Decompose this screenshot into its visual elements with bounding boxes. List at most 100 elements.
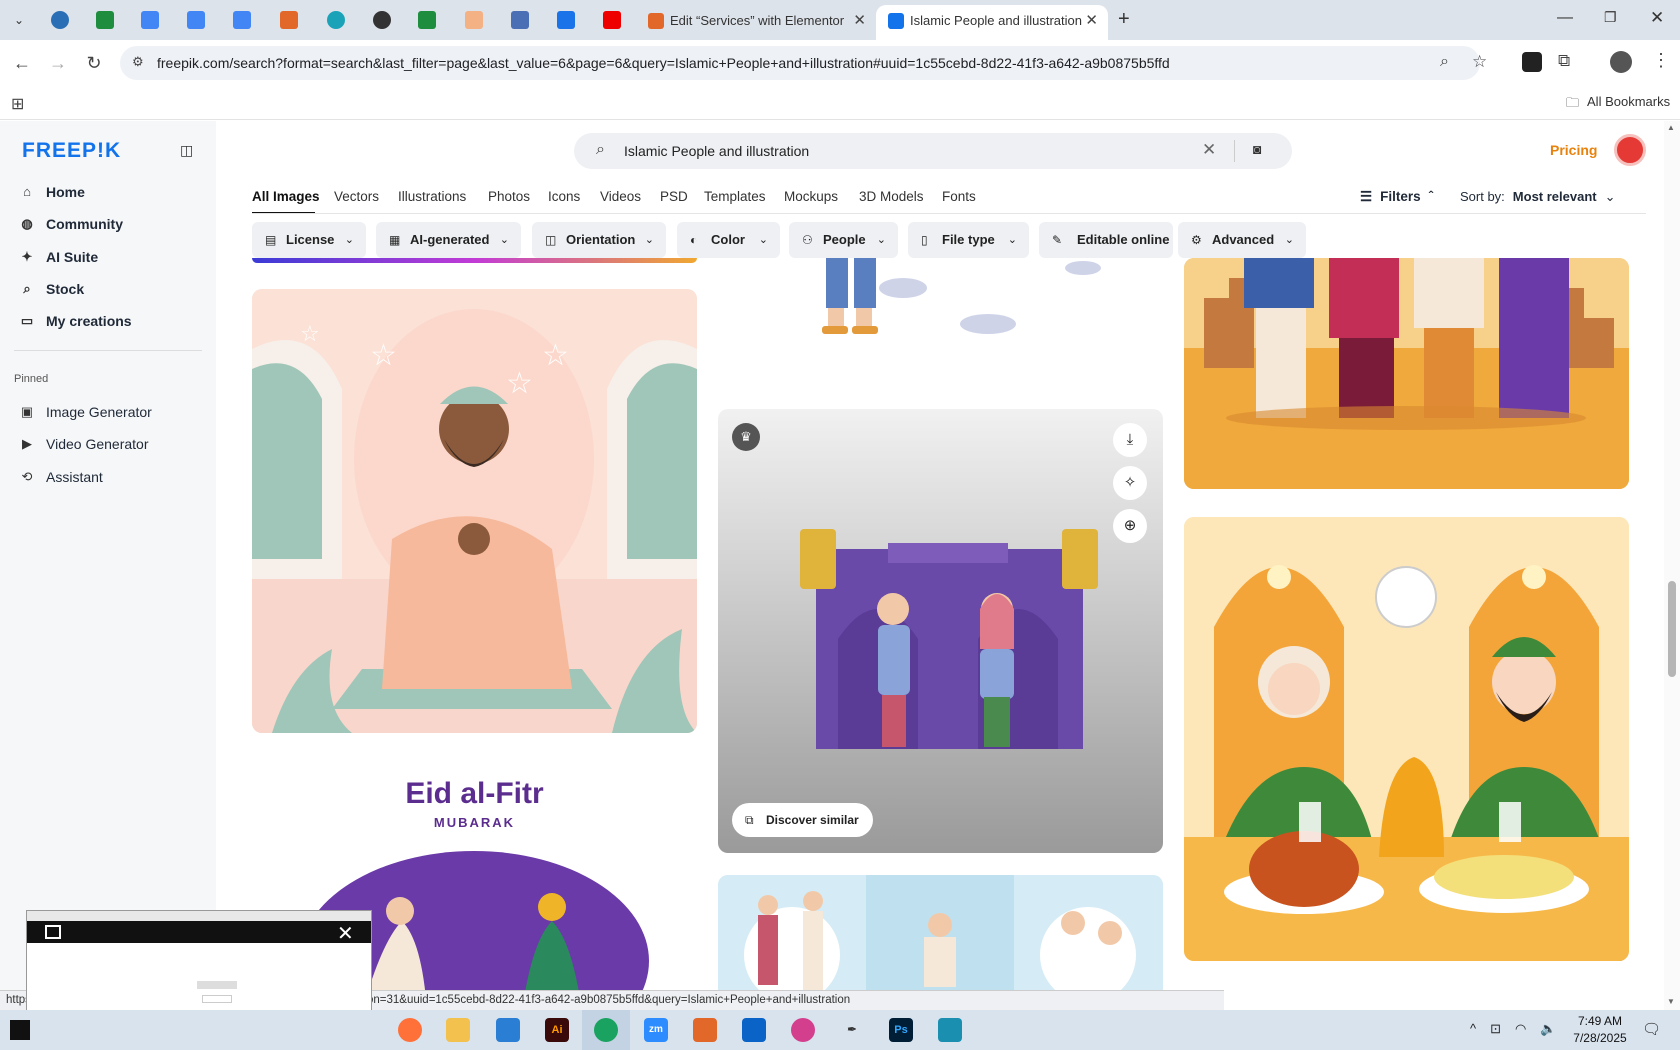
screenshot-icon[interactable] [45,925,61,939]
omnibox[interactable]: ⚙ freepik.com/search?format=search&last_… [120,46,1487,80]
tab-all-images[interactable]: All Images [252,189,320,204]
tab-fonts[interactable]: Fonts [942,189,976,204]
sort-dropdown[interactable]: Sort by: Most relevant ⌄ [1460,189,1616,205]
tab-videos[interactable]: Videos [600,189,641,204]
filter-advanced[interactable]: ⚙ Advanced ⌄ [1178,222,1306,258]
vscode-icon[interactable] [496,1018,520,1042]
back-button[interactable]: ← [11,53,33,74]
image-card-mosque-kids[interactable]: ♛ ⤓ ✧ ⊕ ⧉ Discover similar [718,409,1163,853]
tab-vectors[interactable]: Vectors [334,189,379,204]
wifi-icon[interactable]: ◠ [1515,1021,1526,1037]
sheets-tab-icon[interactable] [418,11,436,29]
page-scrollbar[interactable]: ▲ ▼ [1664,121,1680,1010]
tab-psd[interactable]: PSD [660,189,688,204]
all-bookmarks-button[interactable]: 🗀 All Bookmarks [1566,94,1670,116]
save-to-collection-button[interactable]: ⊕ [1113,509,1147,543]
firefox-icon[interactable] [398,1018,422,1042]
close-icon[interactable]: ✕ [853,5,866,36]
illustrator-icon[interactable]: Ai [545,1018,569,1042]
volume-icon[interactable]: 🔈 [1540,1021,1556,1037]
app-tab-icon[interactable] [465,11,483,29]
tab-icons[interactable]: Icons [548,189,580,204]
zoom-icon[interactable]: zm [644,1018,668,1042]
filters-toggle[interactable]: ☰ Filters ˆ [1360,189,1433,205]
filter-ai-generated[interactable]: ▦ AI-generated ⌄ [376,222,521,258]
search-input[interactable]: Islamic People and illustration [624,143,809,159]
sidebar-item-ai-suite[interactable]: ✦ AI Suite [20,249,99,265]
ai-edit-button[interactable]: ✧ [1113,466,1147,500]
search-bar[interactable]: ⌕ Islamic People and illustration ✕ ◙ [574,133,1292,169]
profile-avatar[interactable] [1610,51,1632,73]
scroll-down-icon[interactable]: ▼ [1667,997,1675,1006]
zoom-icon[interactable]: ⌕ [1440,53,1449,71]
forward-button[interactable]: → [47,53,69,74]
close-window-button[interactable]: ✕ [1650,8,1664,28]
system-tray[interactable]: ^ ⊡ ◠ 🔈 [1470,1021,1557,1037]
chrome-icon[interactable] [594,1018,618,1042]
docs-tab-icon[interactable] [233,11,251,29]
chatgpt-tab-icon[interactable] [373,11,391,29]
url-text[interactable]: freepik.com/search?format=search&last_fi… [157,55,1170,71]
forms-tab-icon[interactable] [557,11,575,29]
bookmark-star-icon[interactable]: ☆ [1472,52,1487,72]
network-icon[interactable]: ⊡ [1490,1021,1501,1037]
sidebar-collapse-icon[interactable]: ◫ [180,142,193,159]
camera-search-icon[interactable]: ◙ [1253,141,1261,157]
extensions-puzzle-icon[interactable]: ⧉ [1558,51,1570,71]
close-icon[interactable]: ✕ [337,921,354,946]
apps-grid-icon[interactable]: ⊞ [11,94,24,114]
filter-license[interactable]: ▤ License ⌄ [252,222,366,258]
filter-editable-online[interactable]: ✎ Editable online [1039,222,1173,258]
sidebar-item-stock[interactable]: ⌕ Stock [20,281,84,297]
filter-people[interactable]: ⚇ People ⌄ [789,222,898,258]
tab-illustrations[interactable]: Illustrations [398,189,466,204]
filter-file-type[interactable]: ▯ File type ⌄ [908,222,1029,258]
pricing-link[interactable]: Pricing [1550,142,1597,158]
app-tab-icon[interactable] [511,11,529,29]
scrollbar-thumb[interactable] [1668,581,1676,677]
tab-3d-models[interactable]: 3D Models [859,189,924,204]
minimize-button[interactable]: — [1557,9,1573,27]
extension-icon[interactable] [1522,52,1542,72]
sidebar-item-home[interactable]: ⌂ Home [20,184,85,200]
app-tab-icon[interactable] [327,11,345,29]
youtube-tab-icon[interactable] [603,11,621,29]
file-explorer-icon[interactable] [446,1018,470,1042]
sidebar-item-community[interactable]: ◍ Community [20,216,123,232]
sidebar-item-image-generator[interactable]: ▣ Image Generator [20,404,152,420]
menu-icon[interactable]: ⋮ [1652,50,1670,71]
image-card-praying-man[interactable]: ☆ ☆ ☆ ☆ [252,289,697,733]
tab-photos[interactable]: Photos [488,189,530,204]
tab-freepik[interactable]: Islamic People and illustration ✕ [876,5,1108,40]
download-button[interactable]: ⤓ [1113,423,1147,457]
restore-button[interactable]: ❐ [1604,9,1617,26]
sheets-tab-icon[interactable] [96,11,114,29]
tab-elementor[interactable]: Edit “Services” with Elementor ✕ [636,5,876,40]
close-icon[interactable]: ✕ [1085,5,1098,36]
scroll-up-icon[interactable]: ▲ [1667,123,1675,132]
filter-orientation[interactable]: ◫ Orientation ⌄ [532,222,666,258]
photoshop-icon[interactable]: Ps [889,1018,913,1042]
tab-search-icon[interactable]: ⌄ [10,11,28,29]
wordpress-tab-icon[interactable] [51,11,69,29]
clock[interactable]: 7:49 AM 7/28/2025 [1572,1014,1628,1045]
tab-templates[interactable]: Templates [704,189,766,204]
sidebar-item-video-generator[interactable]: ▶ Video Generator [20,436,148,452]
elementor-tab-icon[interactable] [280,11,298,29]
freepik-logo[interactable]: FREEP!K [22,139,121,163]
reload-button[interactable]: ↻ [83,53,105,74]
sidebar-item-assistant[interactable]: ⟲ Assistant [20,469,103,485]
new-tab-button[interactable]: + [1118,8,1130,31]
sidebar-item-my-creations[interactable]: ▭ My creations [20,313,132,329]
filter-color[interactable]: ◐ Color ⌄ [677,222,780,258]
tab-mockups[interactable]: Mockups [784,189,838,204]
windows-start-icon[interactable] [10,1020,30,1040]
pen-icon[interactable]: ✒ [840,1018,864,1042]
image-card-people-group[interactable] [1184,258,1629,489]
discover-similar-button[interactable]: ⧉ Discover similar [732,803,873,837]
site-info-icon[interactable]: ⚙ [132,54,144,70]
xampp-icon[interactable] [693,1018,717,1042]
image-card-iftar[interactable] [1184,517,1629,961]
clear-search-icon[interactable]: ✕ [1202,140,1216,160]
user-avatar[interactable] [1614,134,1646,166]
